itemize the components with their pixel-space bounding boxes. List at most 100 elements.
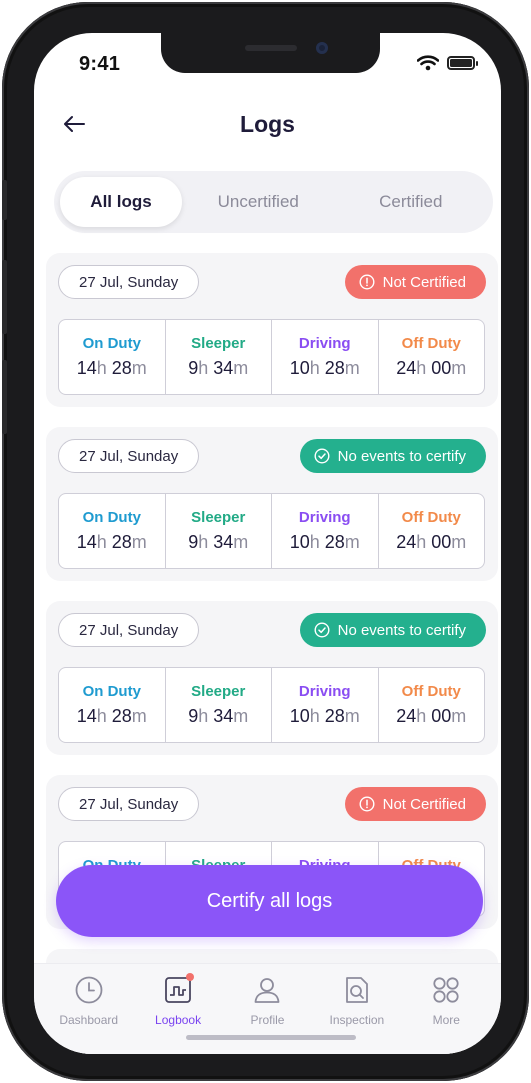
stat-value: 9h 34m	[188, 532, 248, 553]
log-card[interactable]: 27 Jul, SundayNot CertifiedOn Duty14h 28…	[46, 253, 498, 407]
stat-minutes: 34	[213, 358, 234, 378]
stat-on-duty: On Duty 14h 28m	[59, 320, 166, 394]
tab-all-logs[interactable]: All logs	[60, 177, 182, 227]
stat-minutes: 28	[324, 532, 345, 552]
tab-profile[interactable]: Profile	[227, 964, 307, 1054]
tab-label: Dashboard	[59, 1013, 119, 1027]
stat-minutes-unit: m	[344, 706, 360, 726]
stat-hours-unit: h	[309, 532, 320, 552]
stat-hours-unit: h	[198, 706, 209, 726]
stat-off-duty: Off Duty 24h 00m	[379, 668, 485, 742]
certify-all-button[interactable]: Certify all logs	[56, 865, 483, 937]
home-indicator	[186, 1035, 356, 1040]
alert-circle-icon	[359, 274, 375, 290]
certification-badge: No events to certify	[299, 613, 486, 647]
stat-minutes-unit: m	[233, 706, 249, 726]
stat-hours: 10	[289, 358, 310, 378]
tab-certified[interactable]: Certified	[335, 177, 488, 227]
stat-minutes: 28	[324, 706, 345, 726]
stat-value: 9h 34m	[188, 706, 248, 727]
stat-hours: 14	[76, 358, 97, 378]
log-date: 27 Jul, Sunday	[58, 439, 200, 473]
badge-label: No events to certify	[337, 621, 466, 639]
stat-minutes-unit: m	[451, 706, 467, 726]
log-date: 27 Jul, Sunday	[58, 265, 200, 299]
stat-hours-unit: h	[198, 532, 209, 552]
inspection-icon	[345, 977, 368, 1003]
stat-hours-unit: h	[416, 358, 427, 378]
battery-icon	[447, 56, 478, 70]
stat-value: 14h 28m	[77, 706, 147, 727]
badge-label: No events to certify	[337, 447, 466, 465]
log-card[interactable]: 27 Jul, Sunday No events to certify On Dut…	[46, 427, 498, 581]
check-circle-icon	[314, 448, 330, 464]
stat-label: Sleeper	[191, 335, 246, 352]
badge-label: Not Certified	[382, 273, 466, 291]
stat-value: 14h 28m	[77, 532, 147, 553]
stat-value: 24h 00m	[396, 706, 466, 727]
stat-value: 10h 28m	[290, 358, 360, 379]
stat-value: 14h 28m	[77, 358, 147, 379]
stat-hours: 24	[396, 358, 417, 378]
stat-value: 24h 00m	[396, 532, 466, 553]
stat-label: On Duty	[82, 335, 141, 352]
stat-hours: 24	[396, 706, 417, 726]
phone-frame: 9:41 Logs All logs Uncertified Certified…	[2, 2, 529, 1081]
stat-hours-unit: h	[96, 706, 107, 726]
stat-hours: 9	[188, 706, 199, 726]
certification-badge: No events to certify	[299, 439, 486, 473]
stat-driving: Driving 10h 28m	[272, 494, 379, 568]
log-filter-tabs: All logs Uncertified Certified	[54, 171, 493, 233]
stat-hours: 24	[396, 532, 417, 552]
stat-minutes: 28	[111, 532, 132, 552]
tab-inspection[interactable]: Inspection	[317, 964, 397, 1054]
tab-dashboard[interactable]: Dashboard	[49, 964, 129, 1054]
log-date: 27 Jul, Sunday	[58, 787, 200, 821]
clock-icon	[75, 976, 103, 1004]
check-circle-icon	[314, 622, 330, 638]
stat-value: 24h 00m	[396, 358, 466, 379]
stat-hours-unit: h	[96, 532, 107, 552]
tab-uncertified[interactable]: Uncertified	[182, 177, 335, 227]
stat-sleeper: Sleeper 9h 34m	[166, 320, 272, 394]
stat-label: Driving	[298, 509, 351, 526]
stat-minutes-unit: m	[233, 532, 249, 552]
stat-value: 9h 34m	[188, 358, 248, 379]
alert-circle-icon	[359, 796, 375, 812]
stat-label: Driving	[298, 683, 351, 700]
stat-label: Driving	[298, 335, 351, 352]
stat-hours: 10	[289, 706, 310, 726]
tab-more[interactable]: More	[406, 964, 486, 1054]
status-time: 9:41	[79, 53, 121, 75]
stat-hours-unit: h	[198, 358, 209, 378]
stat-minutes-unit: m	[131, 706, 147, 726]
log-card[interactable]: 27 Jul, Sunday No events to certify On Dut…	[46, 601, 498, 755]
stat-hours-unit: h	[309, 358, 320, 378]
bottom-tab-bar: Dashboard Logbook Profile Inspection Mor…	[34, 963, 501, 1054]
stat-hours: 9	[188, 532, 199, 552]
stat-off-duty: Off Duty 24h 00m	[379, 494, 485, 568]
stat-minutes: 28	[111, 358, 132, 378]
stat-minutes-unit: m	[131, 532, 147, 552]
grid-icon	[433, 977, 459, 1003]
page-title: Logs	[240, 111, 295, 137]
duty-summary: On Duty14h 28mSleeper9h 34mDriving10h 28…	[58, 319, 485, 395]
stat-off-duty: Off Duty 24h 00m	[379, 320, 485, 394]
stat-minutes: 00	[431, 532, 452, 552]
tab-logbook[interactable]: Logbook	[138, 964, 218, 1054]
stat-value: 10h 28m	[290, 706, 360, 727]
stat-minutes: 00	[431, 358, 452, 378]
stat-hours-unit: h	[416, 532, 427, 552]
status-icons	[417, 55, 478, 71]
volume-down-button	[2, 360, 7, 434]
duty-summary: On Duty14h 28mSleeper9h 34mDriving10h 28…	[58, 667, 485, 743]
stat-sleeper: Sleeper 9h 34m	[166, 494, 272, 568]
stat-label: Off Duty	[401, 683, 461, 700]
stat-sleeper: Sleeper 9h 34m	[166, 668, 272, 742]
stat-minutes: 28	[324, 358, 345, 378]
log-date: 27 Jul, Sunday	[58, 613, 200, 647]
notch	[161, 33, 380, 73]
stat-minutes-unit: m	[233, 358, 249, 378]
badge-label: Not Certified	[382, 795, 466, 813]
stat-label: Sleeper	[191, 509, 246, 526]
